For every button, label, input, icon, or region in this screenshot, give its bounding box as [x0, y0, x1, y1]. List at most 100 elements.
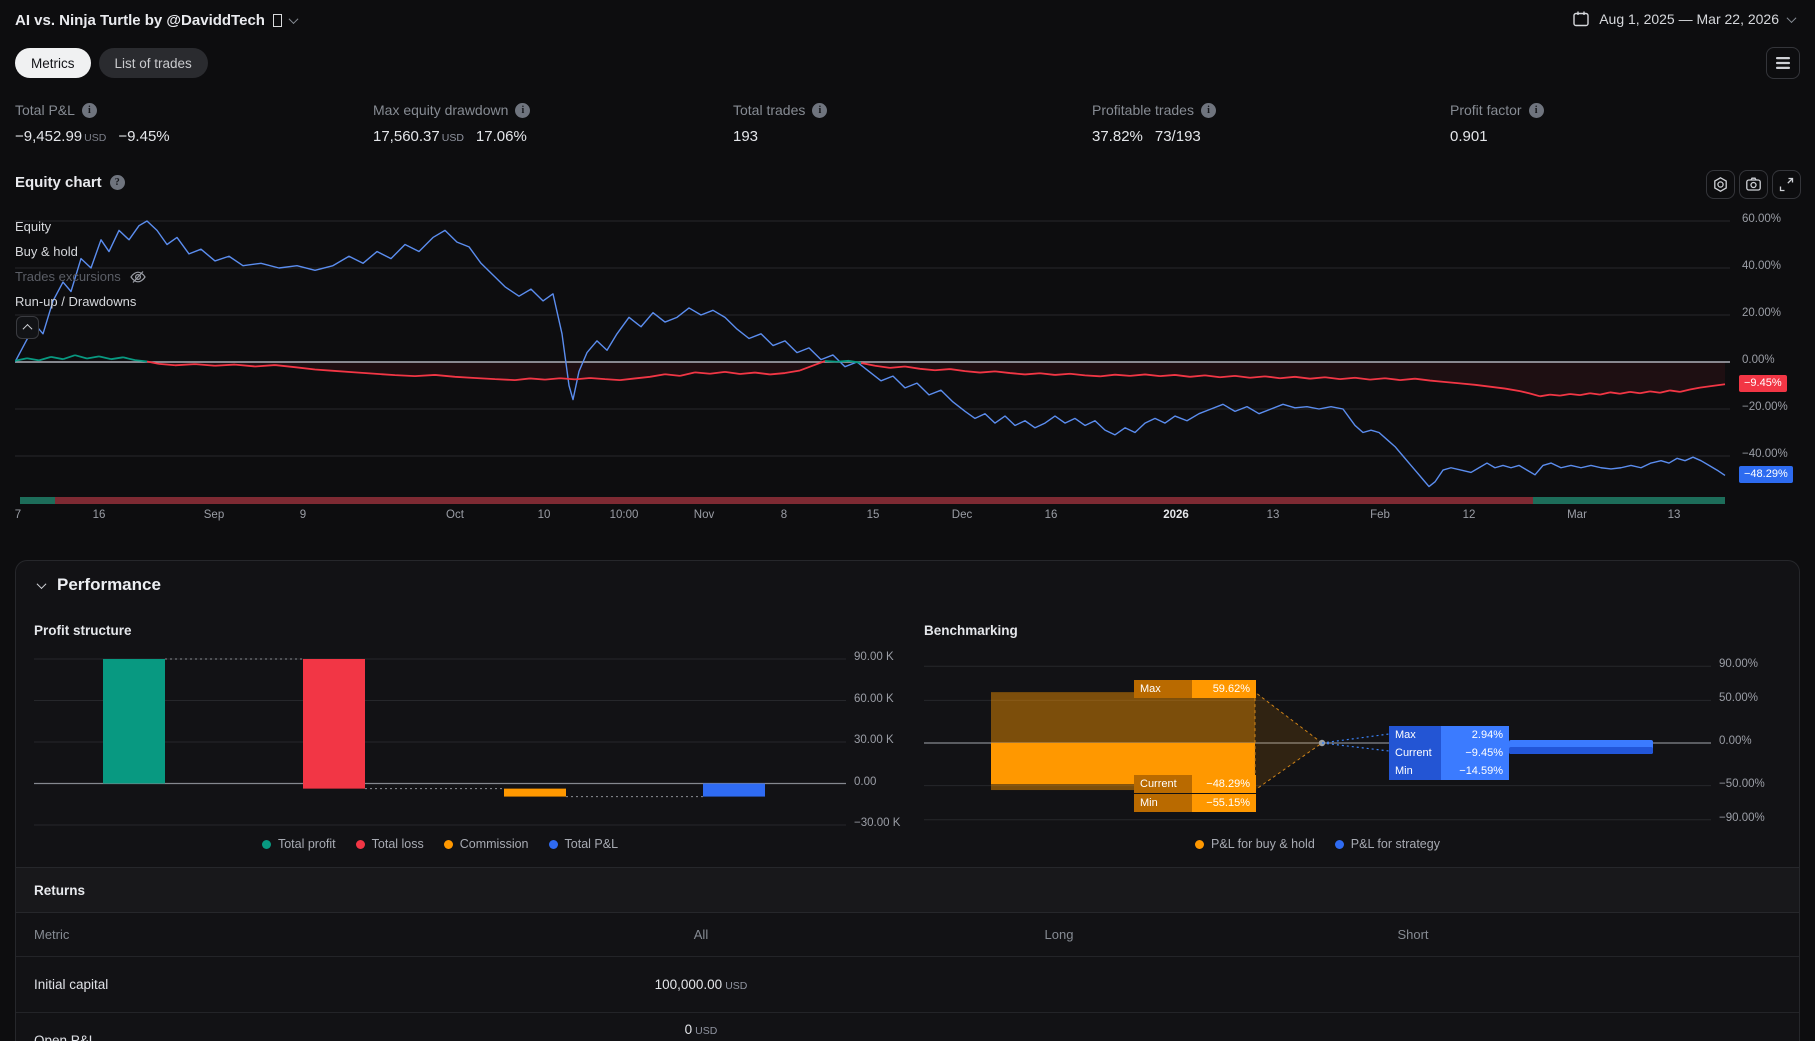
metric-label: Max equity drawdown [373, 102, 509, 118]
legend-label: Trades excursions [15, 269, 121, 284]
date-range-selector[interactable]: Aug 1, 2025 — Mar 22, 2026 [1572, 10, 1797, 28]
value-unit: USD [695, 1025, 718, 1037]
performance-title: Performance [57, 575, 161, 594]
chip-label: Min [1389, 762, 1441, 780]
legend-label: Equity [15, 219, 52, 234]
legend-item-equity[interactable]: Equity [15, 214, 147, 239]
legend-item-buy-hold[interactable]: Buy & hold [15, 239, 147, 264]
eye-off-icon[interactable] [129, 269, 147, 285]
metric-profitable-trades: Profitable trades i 37.82% 73/193 [1092, 102, 1422, 145]
legend-dot [355, 839, 365, 849]
settings-nut-icon [1714, 177, 1727, 192]
profit-structure-plot [34, 651, 846, 836]
info-icon[interactable]: i [1200, 102, 1216, 118]
panel-layout-button[interactable] [1766, 47, 1800, 79]
tab-list-of-trades[interactable]: List of trades [98, 48, 208, 78]
chip-value: 59.62% [1192, 680, 1256, 698]
chip-buyhold-min: Min −55.15% [1134, 794, 1256, 812]
help-icon[interactable]: ? [109, 175, 125, 190]
chevron-down-icon [288, 14, 299, 25]
lock-icon [272, 14, 282, 27]
profit-structure-svg [34, 658, 846, 826]
chip-strategy-min: Min −14.59% [1389, 762, 1509, 780]
legend-label: P&L for buy & hold [1211, 837, 1315, 851]
performance-header[interactable]: Performance [36, 575, 161, 595]
returns-section-header: Returns [16, 867, 1799, 913]
camera-icon [1746, 177, 1761, 191]
chip-value: −9.45% [1441, 744, 1509, 762]
value-unit: USD [725, 980, 748, 992]
profit-structure-title: Profit structure [34, 623, 132, 638]
table-row-open-pnl: Open P&L 0 USD [16, 1013, 1799, 1041]
info-icon[interactable]: i [1528, 102, 1544, 118]
axis-label: −90.00% [1719, 811, 1765, 824]
chevron-up-icon [22, 323, 33, 334]
axis-label: −20.00% [1742, 401, 1788, 413]
collapse-chart-button[interactable] [16, 316, 39, 339]
legend-dot [261, 839, 271, 849]
chart-fullscreen-button[interactable] [1772, 170, 1801, 199]
x-tick: 8 [780, 509, 788, 521]
chevron-down-icon [1786, 12, 1797, 23]
info-icon[interactable]: i [812, 102, 828, 118]
metric-value2: 73/193 [1154, 128, 1201, 145]
chip-value: −48.29% [1192, 775, 1256, 793]
x-tick: 16 [92, 509, 106, 521]
benchmarking-plot [924, 657, 1711, 831]
strategy-title-dropdown[interactable]: AI vs. Ninja Turtle by @DaviddTech [15, 12, 299, 29]
chip-label: Min [1134, 794, 1192, 812]
info-icon[interactable]: i [515, 102, 531, 118]
legend-item[interactable]: Total loss [355, 837, 424, 851]
view-tabs: Metrics List of trades [15, 48, 208, 78]
axis-label: −40.00% [1742, 448, 1788, 460]
metric-label: Total P&L [15, 102, 75, 118]
tab-metrics[interactable]: Metrics [15, 48, 91, 78]
benchmarking-title: Benchmarking [924, 623, 1018, 638]
expand-icon [1779, 177, 1794, 192]
info-icon[interactable]: i [81, 102, 97, 118]
metric-profit-factor: Profit factor i 0.901 [1450, 102, 1780, 145]
axis-label: 0.00% [1742, 354, 1775, 366]
legend-item-runup-drawdowns[interactable]: Run-up / Drawdowns [15, 289, 147, 314]
metric-label: Profitable trades [1092, 102, 1194, 118]
returns-columns-header: Metric All Long Short [16, 913, 1799, 957]
metric-unit: USD [84, 132, 107, 144]
benchmarking-legend: P&L for buy & hold P&L for strategy [924, 837, 1711, 851]
returns-title: Returns [34, 882, 86, 898]
calendar-icon [1573, 11, 1589, 27]
legend-item[interactable]: Total P&L [548, 837, 618, 851]
legend-item[interactable]: P&L for strategy [1334, 837, 1440, 851]
row-value-all: 100,000.00 USD [551, 977, 851, 992]
chip-value: 2.94% [1441, 726, 1509, 744]
x-tick: 13 [1266, 509, 1280, 521]
equity-chart-plot [15, 210, 1730, 510]
equity-chart-svg [15, 220, 1730, 504]
x-tick: Nov [693, 509, 715, 521]
chip-label: Current [1134, 775, 1192, 793]
legend-item[interactable]: P&L for buy & hold [1195, 837, 1315, 851]
metric-total-pnl: Total P&L i −9,452.99 USD −9.45% [15, 102, 345, 145]
x-tick: Dec [951, 509, 973, 521]
legend-dot [1195, 839, 1205, 849]
chip-strategy-max: Max 2.94% [1389, 726, 1509, 744]
metric-value2: −9.45% [118, 128, 170, 145]
axis-label: 40.00% [1742, 260, 1782, 272]
row-label: Open P&L [34, 1033, 97, 1041]
chart-snapshot-button[interactable] [1739, 170, 1768, 199]
legend-item[interactable]: Total profit [261, 837, 336, 851]
chip-label: Max [1134, 680, 1192, 698]
metric-value: 17,560.37 [373, 128, 440, 145]
x-tick: Mar [1567, 509, 1587, 521]
metric-value: −9,452.99 [15, 128, 83, 145]
axis-badge: −48.29% [1739, 466, 1793, 483]
chip-buyhold-current: Current −48.29% [1134, 775, 1256, 793]
axis-label: 30.00 K [854, 734, 894, 746]
legend-item[interactable]: Commission [443, 837, 529, 851]
axis-label: 90.00% [1719, 658, 1759, 671]
x-tick: Sep [203, 509, 225, 521]
column-short: Short [1397, 927, 1429, 942]
axis-label: 60.00% [1742, 213, 1782, 225]
legend-item-trades-excursions[interactable]: Trades excursions [15, 264, 147, 289]
legend-dot [548, 839, 558, 849]
chart-settings-button[interactable] [1706, 170, 1735, 199]
